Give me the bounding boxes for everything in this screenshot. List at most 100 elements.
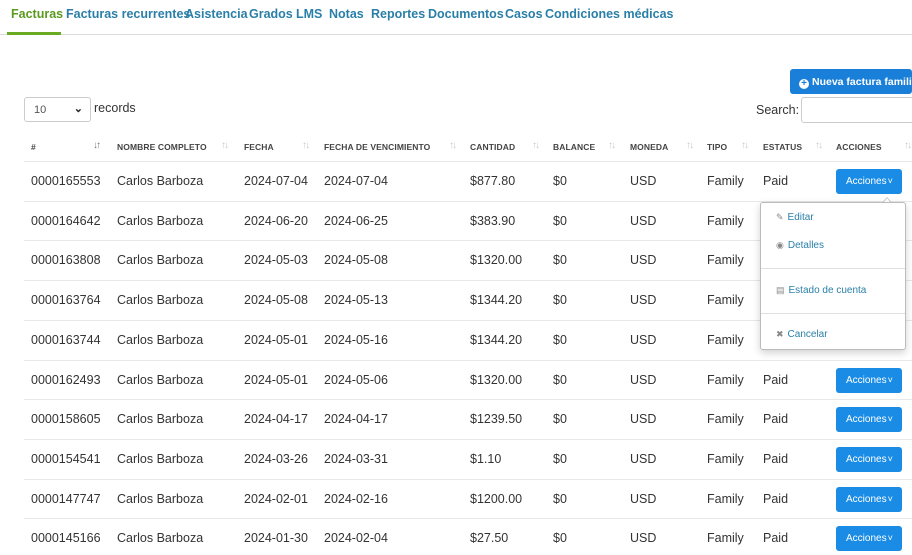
cell-name: Carlos Barboza	[117, 253, 204, 268]
cell-due-date: 2024-05-13	[324, 293, 388, 308]
column-header-fecha[interactable]: FECHA	[244, 142, 274, 152]
cell-currency: USD	[630, 531, 657, 546]
column-header-acciones: ACCIONES	[836, 142, 882, 152]
table-row: 0000162493 Carlos Barboza 2024-05-01 2024-0…	[24, 359, 912, 400]
chevron-down-icon: ˅	[887, 453, 893, 464]
chevron-down-icon: ⌄	[73, 103, 83, 115]
tab-facturas-recurrentes[interactable]: Facturas recurrentes	[66, 7, 190, 21]
tab-bar: Facturas Facturas recurrentes Asistencia…	[0, 0, 912, 35]
column-header-moneda[interactable]: MONEDA	[630, 142, 668, 152]
cell-due-date: 2024-06-25	[324, 213, 388, 228]
cell-id: 0000154541	[31, 451, 101, 466]
tab-grados[interactable]: Grados	[249, 7, 293, 21]
table-row: 0000158605 Carlos Barboza 2024-04-17 2024-0…	[24, 399, 912, 439]
acciones-button[interactable]: Acciones˅	[836, 526, 902, 552]
column-header-estatus[interactable]: ESTATUS	[763, 142, 802, 152]
cell-name: Carlos Barboza	[117, 174, 204, 188]
cell-type: Family	[707, 491, 744, 506]
cell-due-date: 2024-02-16	[324, 491, 388, 506]
cell-status: Paid	[763, 412, 789, 427]
eye-icon: ◉	[776, 240, 784, 250]
column-header-tipo[interactable]: TIPO	[707, 142, 727, 152]
cell-due-date: 2024-05-16	[324, 332, 388, 347]
acciones-button[interactable]: Acciones˅	[836, 169, 902, 194]
search-input[interactable]	[801, 97, 912, 123]
tab-asistencia[interactable]: Asistencia	[185, 7, 248, 21]
tab-casos[interactable]: Casos	[505, 7, 543, 21]
document-icon: ▤	[776, 285, 785, 295]
cell-date: 2024-03-26	[244, 451, 308, 466]
cell-id: 0000147747	[31, 491, 101, 506]
menu-item-editar[interactable]: ✎ Editar	[776, 212, 814, 223]
cell-id: 0000145166	[31, 531, 101, 546]
cell-date: 2024-04-17	[244, 412, 308, 427]
acciones-label: Acciones	[846, 453, 887, 465]
cell-due-date: 2024-04-17	[324, 412, 388, 427]
active-tab-indicator	[7, 32, 61, 35]
plus-circle-icon: +	[799, 79, 809, 89]
cell-amount: $1344.20	[470, 332, 523, 347]
cell-type: Family	[707, 253, 744, 268]
menu-item-cancelar[interactable]: ✖ Cancelar	[776, 329, 828, 340]
cell-type: Family	[707, 412, 744, 427]
cell-currency: USD	[630, 372, 657, 387]
menu-divider	[761, 268, 905, 269]
tab-reportes[interactable]: Reportes	[371, 7, 425, 21]
table-row: 0000154541 Carlos Barboza 2024-03-26 2024-0…	[24, 438, 912, 479]
cell-amount: $877.80	[470, 174, 516, 188]
sort-icon: ↑↓	[608, 140, 616, 151]
cell-balance: $0	[553, 332, 567, 347]
acciones-button[interactable]: Acciones˅	[836, 367, 902, 393]
cell-date: 2024-07-04	[244, 174, 308, 188]
sort-icon: ↑↓	[686, 140, 694, 151]
menu-divider	[761, 313, 905, 314]
cell-id: 0000164642	[31, 213, 101, 228]
new-family-invoice-label: Nueva factura familiar	[812, 76, 912, 88]
column-header-nombre[interactable]: NOMBRE COMPLETO	[117, 142, 207, 152]
cell-balance: $0	[553, 412, 567, 427]
acciones-button[interactable]: Acciones˅	[836, 446, 902, 472]
tab-notas[interactable]: Notas	[329, 7, 364, 21]
cell-currency: USD	[630, 174, 657, 188]
cell-status: Paid	[763, 531, 789, 546]
sort-icon: ↑↓	[532, 140, 540, 151]
cell-status: Paid	[763, 491, 789, 506]
cell-amount: $1320.00	[470, 253, 523, 268]
new-family-invoice-button[interactable]: + Nueva factura familiar	[790, 69, 912, 94]
cell-amount: $1344.20	[470, 293, 523, 308]
menu-item-estado-de-cuenta[interactable]: ▤ Estado de cuenta	[776, 285, 866, 296]
table-row: 0000147747 Carlos Barboza 2024-02-01 2024-0…	[24, 478, 912, 519]
acciones-button[interactable]: Acciones˅	[836, 486, 902, 512]
cell-name: Carlos Barboza	[117, 491, 204, 506]
cell-id: 0000162493	[31, 372, 101, 387]
tab-facturas[interactable]: Facturas	[11, 7, 63, 21]
cell-name: Carlos Barboza	[117, 451, 204, 466]
column-header-vencimiento[interactable]: FECHA DE VENCIMIENTO	[324, 142, 430, 152]
cell-type: Family	[707, 213, 744, 228]
acciones-label: Acciones	[846, 176, 887, 187]
acciones-label: Acciones	[846, 414, 887, 426]
sort-icon: ↑↓	[741, 140, 749, 151]
cell-currency: USD	[630, 412, 657, 427]
tab-lms[interactable]: LMS	[296, 7, 322, 21]
tab-condiciones-medicas[interactable]: Condiciones médicas	[545, 7, 674, 21]
cell-balance: $0	[553, 531, 567, 546]
records-label: records	[94, 101, 136, 115]
page-length-select[interactable]: 10 ⌄	[24, 97, 91, 122]
column-header-balance[interactable]: BALANCE	[553, 142, 595, 152]
menu-item-label: Cancelar	[787, 329, 828, 340]
column-header-id[interactable]: #	[31, 142, 36, 152]
search-label: Search:	[756, 103, 800, 117]
cell-name: Carlos Barboza	[117, 332, 204, 347]
cell-currency: USD	[630, 293, 657, 308]
cell-name: Carlos Barboza	[117, 412, 204, 427]
column-header-cantidad[interactable]: CANTIDAD	[470, 142, 515, 152]
cell-due-date: 2024-02-04	[324, 531, 388, 546]
acciones-button[interactable]: Acciones˅	[836, 407, 902, 433]
cell-amount: $1.10	[470, 451, 502, 466]
sort-icon: ↑↓	[302, 140, 310, 151]
menu-item-detalles[interactable]: ◉ Detalles	[776, 240, 824, 251]
menu-item-label: Detalles	[787, 240, 824, 251]
tab-documentos[interactable]: Documentos	[428, 7, 504, 21]
cell-balance: $0	[553, 213, 567, 228]
